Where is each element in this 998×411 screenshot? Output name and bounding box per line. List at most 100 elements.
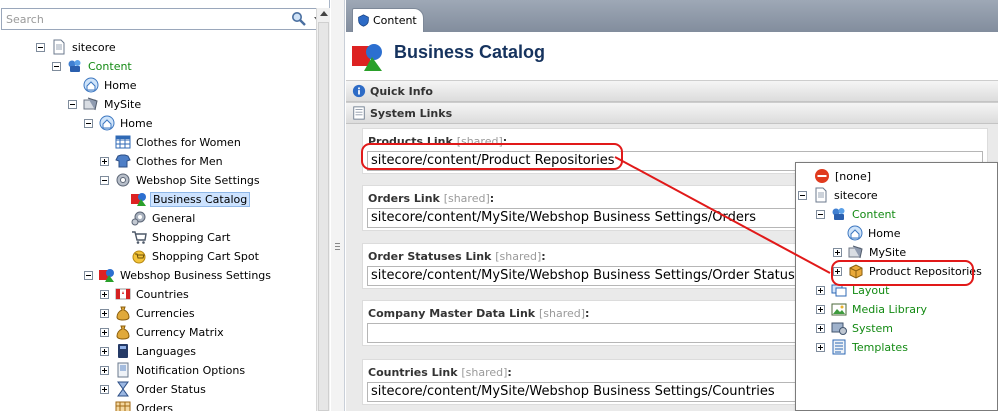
tab-content[interactable]: Content — [352, 8, 424, 32]
section-system-links[interactable]: System Links — [346, 102, 998, 124]
collapse-toggle-icon[interactable] — [798, 190, 807, 200]
tree-node-countries[interactable]: Countries — [100, 285, 191, 303]
content-tree: sitecore Content Home MySite Home Clothe… — [0, 34, 316, 411]
tree-node-orders[interactable]: Orders — [115, 399, 175, 411]
search-input[interactable]: Search — [6, 13, 44, 26]
field-label: Countries Link — [368, 366, 458, 379]
collapse-toggle-icon[interactable] — [84, 270, 93, 280]
content-icon — [68, 60, 81, 72]
tree-node-webshop-site-settings[interactable]: Webshop Site Settings — [100, 171, 262, 189]
field-label: Company Master Data Link — [368, 307, 536, 320]
book-icon — [118, 344, 128, 358]
expand-toggle-icon[interactable] — [816, 285, 825, 295]
expand-toggle-icon[interactable] — [816, 323, 825, 333]
scrollbar-thumb[interactable] — [318, 22, 329, 411]
picker-item-none[interactable]: [none] — [814, 167, 873, 185]
content-tree-pane: Search sitecore Content Home MySite Home… — [0, 0, 330, 411]
tree-node-general[interactable]: General — [131, 209, 197, 227]
tree-node-webshop-business-settings[interactable]: Webshop Business Settings — [84, 266, 273, 284]
money-bag-icon — [116, 325, 130, 340]
tree-node-languages[interactable]: Languages — [100, 342, 198, 360]
search-icon[interactable] — [291, 11, 307, 27]
expand-toggle-icon[interactable] — [100, 289, 109, 299]
templates-icon — [832, 339, 846, 355]
picker-item-system[interactable]: System — [816, 319, 895, 337]
home-icon — [847, 225, 863, 241]
home-icon — [99, 115, 115, 131]
catalog-icon — [352, 44, 382, 71]
highlight-product-repositories — [831, 260, 974, 286]
cart-spot-icon — [132, 250, 146, 264]
site-icon — [83, 97, 98, 111]
content-tab-icon — [358, 14, 369, 27]
shirt-icon — [115, 154, 131, 168]
picker-item-content[interactable]: Content — [816, 205, 898, 223]
tree-node-content[interactable]: Content — [52, 57, 134, 75]
tree-node-currencies[interactable]: Currencies — [100, 304, 197, 322]
search-box[interactable]: Search — [1, 8, 328, 30]
scroll-up-arrow-icon[interactable] — [320, 11, 328, 16]
gear-icon — [131, 211, 146, 226]
expand-toggle-icon[interactable] — [100, 308, 109, 318]
hourglass-icon — [117, 381, 129, 397]
collapse-toggle-icon[interactable] — [68, 99, 77, 109]
collapse-toggle-icon[interactable] — [816, 209, 825, 219]
collapse-toggle-icon[interactable] — [52, 61, 61, 71]
tree-node-business-catalog[interactable]: Business Catalog — [131, 190, 251, 208]
expand-toggle-icon[interactable] — [816, 304, 825, 314]
catalog-icon — [131, 193, 146, 206]
content-icon — [832, 208, 845, 220]
cart-icon — [132, 231, 147, 244]
shared-tag: [shared] — [495, 250, 542, 263]
picker-item-mysite[interactable]: MySite — [833, 243, 908, 261]
section-document-icon — [353, 106, 365, 120]
collapse-toggle-icon[interactable] — [100, 175, 109, 185]
editor-tabstrip: Content — [346, 0, 998, 32]
collapse-toggle-icon[interactable] — [36, 42, 45, 52]
tree-node-currency-matrix[interactable]: Currency Matrix — [100, 323, 226, 341]
expand-toggle-icon[interactable] — [100, 156, 109, 166]
link-picker-popup[interactable]: [none] sitecore Content Home MySite Prod… — [795, 162, 998, 411]
page-icon — [815, 187, 827, 203]
expand-toggle-icon[interactable] — [100, 365, 109, 375]
picker-item-media-library[interactable]: Media Library — [816, 300, 929, 318]
shared-tag: [shared] — [461, 366, 508, 379]
pane-splitter[interactable] — [331, 0, 345, 411]
gear-icon — [116, 173, 130, 187]
tree-node-clothes-for-women[interactable]: Clothes for Women — [115, 133, 243, 151]
expand-toggle-icon[interactable] — [816, 342, 825, 352]
item-header: Business Catalog — [346, 32, 998, 80]
expand-toggle-icon[interactable] — [100, 346, 109, 356]
tree-node-shopping-cart[interactable]: Shopping Cart — [131, 228, 232, 246]
tree-node-shopping-cart-spot[interactable]: Shopping Cart Spot — [131, 247, 261, 265]
home-icon — [83, 77, 99, 93]
collapse-toggle-icon[interactable] — [84, 118, 93, 128]
shared-tag: [shared] — [538, 307, 586, 320]
section-quick-info[interactable]: Quick Info — [346, 80, 998, 102]
expand-toggle-icon[interactable] — [100, 384, 109, 394]
highlight-products-link — [361, 143, 623, 170]
message-icon — [117, 362, 129, 378]
shared-tag: [shared] — [443, 192, 490, 205]
picker-item-home[interactable]: Home — [847, 224, 902, 242]
field-label: Orders Link — [368, 192, 440, 205]
expand-toggle-icon[interactable] — [100, 327, 109, 337]
tree-node-mysite[interactable]: MySite — [68, 95, 143, 113]
field-label: Order Statuses Link — [368, 250, 492, 263]
tree-node-home[interactable]: Home — [84, 114, 154, 132]
grid-icon — [115, 135, 131, 149]
tree-scrollbar[interactable] — [316, 8, 330, 411]
system-icon — [831, 322, 847, 335]
picker-item-sitecore[interactable]: sitecore — [798, 186, 880, 204]
tree-node-notification-options[interactable]: Notification Options — [100, 361, 247, 379]
page-icon — [53, 39, 65, 55]
tree-node-home-root[interactable]: Home — [83, 76, 138, 94]
flag-icon — [115, 288, 131, 300]
tree-node-clothes-for-men[interactable]: Clothes for Men — [100, 152, 225, 170]
media-library-icon — [831, 303, 847, 316]
splitter-grip-icon[interactable] — [335, 243, 340, 250]
expand-toggle-icon[interactable] — [833, 247, 842, 257]
tree-node-sitecore[interactable]: sitecore — [36, 38, 118, 56]
tree-node-order-status[interactable]: Order Status — [100, 380, 208, 398]
picker-item-templates[interactable]: Templates — [816, 338, 910, 356]
